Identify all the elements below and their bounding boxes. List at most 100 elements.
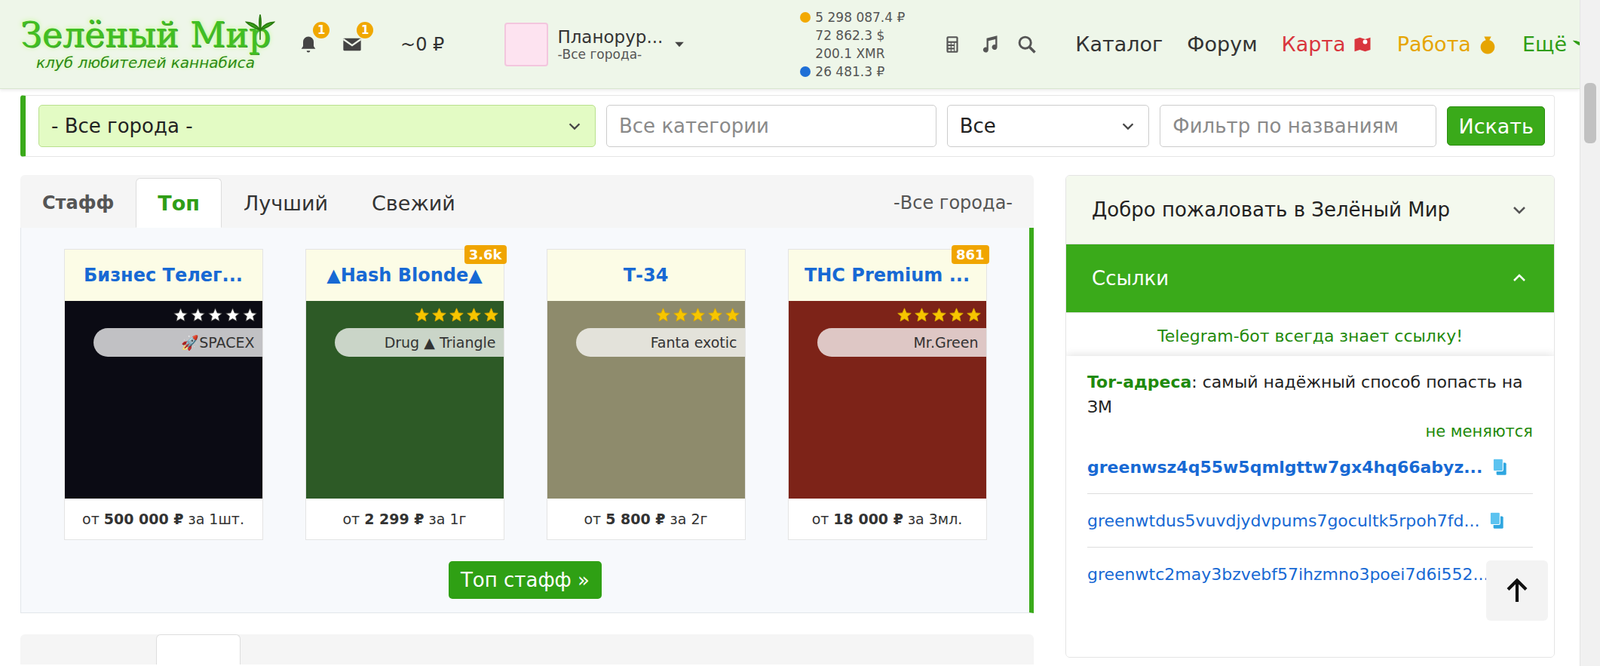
tab[interactable]: Топ (135, 177, 222, 228)
chevron-down-icon[interactable] (1119, 117, 1137, 135)
nav-link[interactable]: Работа (1397, 32, 1499, 56)
star-icon (672, 306, 689, 323)
product-card[interactable]: ▲Hash Blonde▲Drug ▲ Triangleот 2 299 ₽ з… (305, 248, 505, 540)
product-photo[interactable]: 🚀SPACEX (64, 300, 263, 499)
product-photo[interactable]: Drug ▲ Triangle (306, 300, 504, 499)
balance-row: 200.1 XMR (800, 44, 905, 63)
type-select[interactable]: Все (947, 104, 1150, 148)
nav-link[interactable]: Каталог (1075, 32, 1163, 56)
tor-link[interactable]: greenwsz4q55w5qmlgttw7gx4hq66abyz... (1087, 440, 1533, 494)
star-icon (655, 306, 672, 323)
star-icon (948, 306, 965, 323)
scroll-thumb[interactable] (1584, 82, 1597, 144)
product-card[interactable]: Бизнес Телег... 🚀SPACEX от 500 000 ₽ за 1ш… (64, 248, 264, 540)
star-icon (413, 306, 430, 323)
tab[interactable]: Лучший (221, 177, 350, 228)
balances: 5 298 087.4 ₽72 862.3 $200.1 XMR26 481.3… (800, 8, 905, 81)
price: от 18 000 ₽ за 3мл. (788, 498, 987, 540)
star-icon (224, 306, 241, 323)
nav-link[interactable]: Карта (1281, 32, 1374, 56)
messages[interactable]: 1 (341, 33, 363, 56)
star-icon (931, 306, 948, 323)
sidebar: Добро пожаловать в Зелёный МирСсылкиTele… (1065, 174, 1555, 658)
product-card[interactable]: THC Premium ...Mr.Greenот 18 000 ₽ за 3м… (787, 248, 987, 540)
chevron-down-icon[interactable] (566, 117, 583, 135)
tor-card: Tor-адреса: самый надёжный способ попаст… (1066, 355, 1555, 658)
rating (413, 306, 500, 323)
product-photo[interactable]: Fanta exotic (547, 300, 745, 499)
logo[interactable]: Зелёный Мирклуб любителей каннабиса (20, 16, 271, 71)
scroll-top-button[interactable] (1486, 560, 1548, 621)
music-icon[interactable] (978, 33, 1000, 56)
star-icon (913, 306, 930, 323)
top-staff-button[interactable]: Топ стафф » (448, 560, 602, 599)
user-menu[interactable]: Планорур...-Все города- (504, 22, 687, 67)
caret-icon[interactable] (671, 36, 687, 53)
rating (172, 306, 258, 323)
balance-total[interactable]: ~0 ₽ (400, 33, 445, 56)
accordion-header[interactable]: Ссылки (1066, 244, 1555, 313)
money-bag-icon[interactable] (1477, 33, 1499, 56)
star-icon (707, 306, 724, 323)
accordion-header[interactable]: Добро пожаловать в Зелёный Мир (1066, 175, 1555, 245)
product-title[interactable]: Бизнес Телег... (64, 249, 263, 301)
tor-link[interactable]: greenwtc2may3bzvebf57ihzmno3poei7d6i552.… (1087, 547, 1533, 601)
shop-name[interactable]: Mr.Green (817, 327, 987, 357)
search-icon[interactable] (1016, 33, 1038, 56)
avatar[interactable] (504, 22, 549, 67)
product-card[interactable]: Т-34 Fanta exotic от 5 800 ₽ за 2г (546, 248, 746, 540)
tools (942, 33, 1038, 56)
chevron-up-icon[interactable] (1510, 269, 1529, 288)
filter-bar: - Все города - Все Искать (20, 95, 1555, 157)
price: от 5 800 ₽ за 2г (547, 498, 745, 540)
map-icon[interactable] (1351, 33, 1374, 56)
city-filter[interactable]: -Все города- (872, 177, 1034, 228)
star-icon (431, 306, 448, 323)
name-filter-input[interactable] (1159, 104, 1437, 148)
arrow-up-icon[interactable] (1503, 576, 1531, 604)
star-icon (242, 306, 258, 323)
tab[interactable]: Свежий (349, 177, 478, 228)
price: от 2 299 ₽ за 1г (306, 498, 504, 540)
search-button[interactable]: Искать (1446, 106, 1545, 146)
star-icon (896, 306, 913, 323)
tab[interactable]: Стафф (20, 177, 136, 228)
star-icon (448, 306, 465, 323)
balance-row: 72 862.3 $ (800, 26, 905, 45)
top-panel: Бизнес Телег... 🚀SPACEX от 500 000 ₽ за 1ш… (20, 227, 1034, 614)
category-input[interactable] (606, 104, 937, 148)
shop-name[interactable]: Fanta exotic (576, 327, 745, 357)
badge: 861 (951, 245, 990, 264)
product-photo[interactable]: Mr.Green (788, 300, 987, 499)
header: Зелёный Мирклуб любителей каннабиса 11 ~0 … (0, 0, 1580, 89)
notifications[interactable]: 1 (297, 33, 319, 56)
scrollbar[interactable] (1579, 0, 1600, 666)
badge: 3.6k (464, 245, 507, 264)
copy-icon[interactable] (1486, 510, 1507, 531)
star-icon (689, 306, 706, 323)
shop-name[interactable]: 🚀SPACEX (93, 327, 263, 357)
star-icon (207, 306, 224, 323)
shop-name[interactable]: Drug ▲ Triangle (334, 327, 504, 357)
tab-bar: СтаффТопЛучшийСвежий -Все города- (20, 174, 1034, 228)
rating (896, 306, 982, 323)
chevron-down-icon[interactable] (1510, 200, 1529, 219)
calculator-icon[interactable] (942, 34, 963, 55)
star-icon (483, 306, 500, 323)
currency-icon (800, 66, 811, 77)
main-nav: КаталогФорумКартаРаботаЕщё (1075, 32, 1594, 56)
copy-icon[interactable] (1489, 456, 1510, 477)
star-icon (724, 306, 741, 323)
rating (655, 306, 741, 323)
star-icon (965, 306, 982, 323)
star-icon (172, 306, 189, 323)
price: от 500 000 ₽ за 1шт. (64, 498, 263, 540)
balance-row: 26 481.3 ₽ (800, 62, 905, 81)
tor-link[interactable]: greenwtdus5vuvdjydvpums7gocultk5rpoh7fd.… (1087, 493, 1533, 548)
telegram-note: Telegram-бот всегда знает ссылку! (1066, 312, 1555, 356)
nav-link[interactable]: Форум (1186, 32, 1257, 56)
city-select[interactable]: - Все города - (38, 104, 596, 148)
star-icon (465, 306, 482, 323)
star-icon (190, 306, 206, 323)
product-title[interactable]: Т-34 (547, 249, 745, 301)
